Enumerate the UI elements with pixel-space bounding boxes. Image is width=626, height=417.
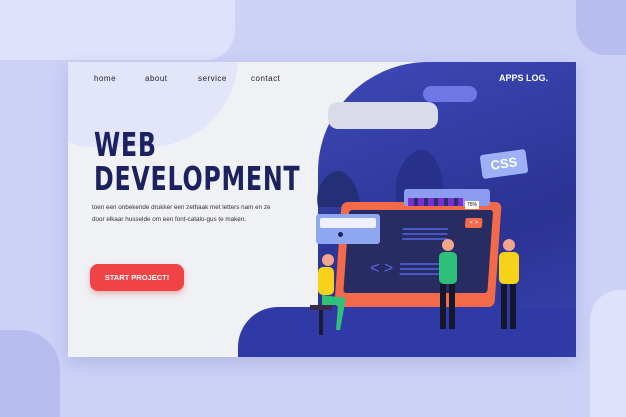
decor-pill [328,102,438,129]
nav-contact[interactable]: contact [251,74,280,83]
bg-blob [576,0,626,55]
slider-widget [316,214,380,244]
code-tag: < > [465,218,483,228]
nav-home[interactable]: home [94,74,116,83]
bg-blob [0,330,60,417]
nav-service[interactable]: service [198,74,227,83]
person-standing-yellow [499,239,519,329]
progress-widget: 75% [404,189,490,209]
bg-blob [0,0,235,60]
hero-description: toen een onbekende drukker een zethaak m… [92,204,271,223]
landing-card: home about service contact APPS LOG. WEB… [68,62,576,357]
start-project-button[interactable]: START PROJECT! [90,264,184,291]
code-brackets-icon: < > [369,260,394,277]
title-line-2: DEVELOPMENT [94,159,301,198]
bg-blob [590,290,626,417]
progress-bar [408,198,463,206]
logo[interactable]: APPS LOG. [499,73,548,83]
person-sitting [310,254,346,335]
blue-floor [238,307,576,357]
page-title: WEB DEVELOPMENT [94,128,300,196]
nav-about[interactable]: about [145,74,168,83]
person-standing-green [439,239,457,329]
decor-pill [423,86,477,102]
progress-label: 75% [465,201,480,209]
